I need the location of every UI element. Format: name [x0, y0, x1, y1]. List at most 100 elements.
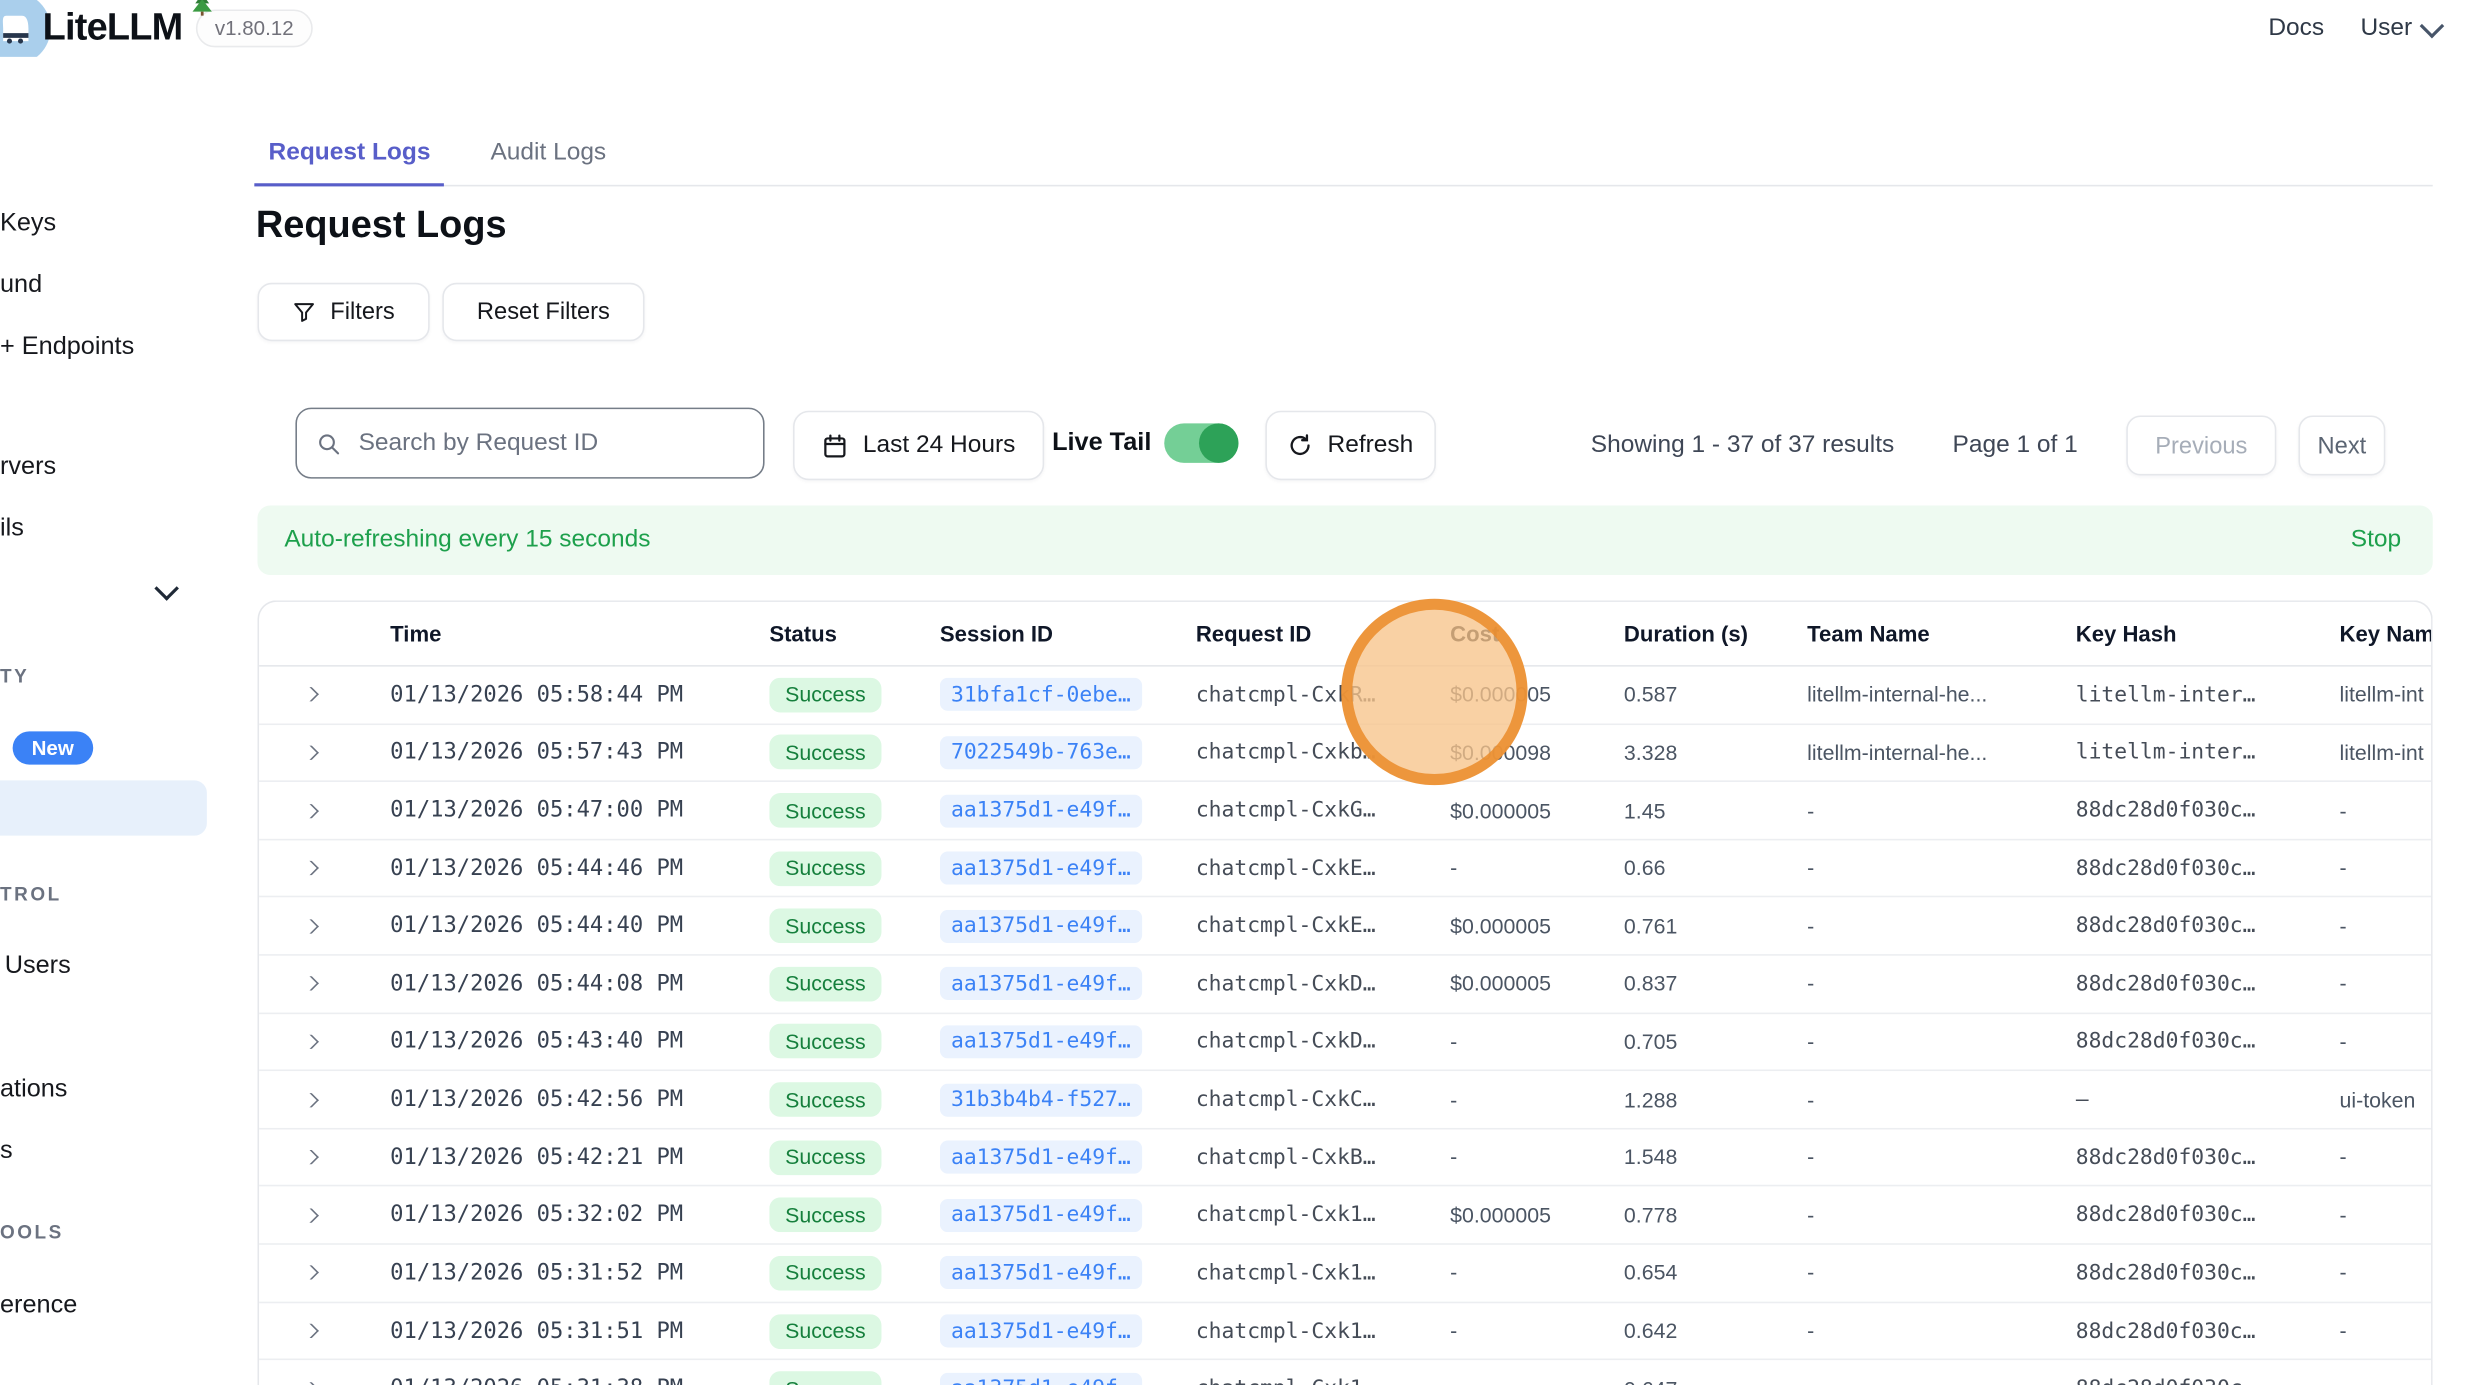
table-row[interactable]: 01/13/2026 05:31:38 PMSuccessaa1375d1-e4…	[259, 1361, 2431, 1385]
search-input[interactable]	[355, 427, 744, 459]
sidebar-item-guardrails[interactable]: ils	[0, 515, 24, 543]
table-row[interactable]: 01/13/2026 05:44:40 PMSuccessaa1375d1-e4…	[259, 898, 2431, 956]
key-name-cell: -	[2340, 1146, 2432, 1170]
expand-row-button[interactable]	[259, 745, 390, 759]
chevron-right-icon	[299, 1208, 319, 1222]
session-id-link[interactable]: aa1375d1-e49f…	[940, 1372, 1142, 1385]
session-id-link[interactable]: aa1375d1-e49f…	[940, 1199, 1142, 1232]
session-id-link[interactable]: aa1375d1-e49f…	[940, 1256, 1142, 1289]
previous-page-button[interactable]: Previous	[2126, 415, 2276, 475]
table-row[interactable]: 01/13/2026 05:44:08 PMSuccessaa1375d1-e4…	[259, 956, 2431, 1014]
sidebar-item-api-reference[interactable]: erence	[0, 1292, 77, 1320]
reset-filters-button[interactable]: Reset Filters	[442, 283, 644, 341]
expand-row-button[interactable]	[259, 1092, 390, 1106]
calendar-icon	[822, 432, 849, 459]
expand-row-button[interactable]	[259, 1208, 390, 1222]
sidebar-item-servers[interactable]: rvers	[0, 453, 56, 481]
table-row[interactable]: 01/13/2026 05:58:44 PMSuccess31bfa1cf-0e…	[259, 667, 2431, 725]
table-row[interactable]: 01/13/2026 05:31:51 PMSuccessaa1375d1-e4…	[259, 1303, 2431, 1361]
expand-row-button[interactable]	[259, 803, 390, 817]
auto-refresh-message: Auto-refreshing every 15 seconds	[284, 526, 650, 554]
key-hash-cell: 88dc28d0f030c…	[2076, 798, 2340, 823]
table-row[interactable]: 01/13/2026 05:32:02 PMSuccessaa1375d1-e4…	[259, 1187, 2431, 1245]
chevron-down-icon	[2420, 13, 2445, 38]
table-row[interactable]: 01/13/2026 05:42:56 PMSuccess31b3b4b4-f5…	[259, 1071, 2431, 1129]
status-badge: Success	[769, 677, 881, 712]
table-row[interactable]: 01/13/2026 05:42:21 PMSuccessaa1375d1-e4…	[259, 1129, 2431, 1187]
expand-row-button[interactable]	[259, 1324, 390, 1338]
chevron-right-icon	[299, 919, 319, 933]
live-tail-toggle[interactable]	[1164, 423, 1238, 462]
sidebar-section-tools: OOLS	[0, 1221, 64, 1243]
table-row[interactable]: 01/13/2026 05:31:52 PMSuccessaa1375d1-e4…	[259, 1245, 2431, 1303]
sidebar-item-selected[interactable]	[0, 780, 207, 835]
session-id-cell: aa1375d1-e49f…	[940, 1372, 1196, 1385]
filters-button[interactable]: Filters	[257, 283, 429, 341]
status-badge: Success	[769, 1024, 881, 1059]
session-id-link[interactable]: aa1375d1-e49f…	[940, 967, 1142, 1000]
expand-row-button[interactable]	[259, 1266, 390, 1280]
chevron-right-icon	[299, 1092, 319, 1106]
sidebar-item-organizations[interactable]: ations	[0, 1076, 67, 1104]
session-id-cell: aa1375d1-e49f…	[940, 794, 1196, 827]
session-id-link[interactable]: aa1375d1-e49f…	[940, 1314, 1142, 1347]
table-row[interactable]: 01/13/2026 05:44:46 PMSuccessaa1375d1-e4…	[259, 840, 2431, 898]
sidebar-item-users[interactable]: Users	[5, 953, 71, 981]
time-cell: 01/13/2026 05:44:40 PM	[390, 913, 769, 938]
expand-row-button[interactable]	[259, 977, 390, 991]
time-cell: 01/13/2026 05:42:21 PM	[390, 1145, 769, 1170]
session-id-cell: aa1375d1-e49f…	[940, 967, 1196, 1000]
sidebar-item-endpoints[interactable]: + Endpoints	[0, 333, 134, 361]
expand-row-button[interactable]	[259, 1150, 390, 1164]
table-row[interactable]: 01/13/2026 05:57:43 PMSuccess7022549b-76…	[259, 724, 2431, 782]
chevron-down-icon[interactable]	[154, 576, 179, 601]
expand-row-button[interactable]	[259, 1035, 390, 1049]
status-cell: Success	[769, 909, 940, 944]
sidebar-item-keys[interactable]: Keys	[0, 210, 56, 238]
stop-auto-refresh-button[interactable]: Stop	[2351, 526, 2401, 554]
session-id-link[interactable]: 31b3b4b4-f527…	[940, 1083, 1142, 1116]
session-id-link[interactable]: aa1375d1-e49f…	[940, 1141, 1142, 1174]
status-badge: Success	[769, 1314, 881, 1349]
table-row[interactable]: 01/13/2026 05:43:40 PMSuccessaa1375d1-e4…	[259, 1014, 2431, 1072]
session-id-link[interactable]: 7022549b-763e…	[940, 736, 1142, 769]
reset-filters-label: Reset Filters	[477, 299, 610, 326]
session-id-link[interactable]: aa1375d1-e49f…	[940, 794, 1142, 827]
chevron-right-icon	[299, 1150, 319, 1164]
key-hash-cell: 88dc28d0f030c…	[2076, 1318, 2340, 1343]
table-row[interactable]: 01/13/2026 05:47:00 PMSuccessaa1375d1-e4…	[259, 782, 2431, 840]
team-name-cell: -	[1807, 1319, 2076, 1343]
log-table-header: TimeStatusSession IDRequest IDCostDurati…	[259, 602, 2431, 667]
sidebar-item-playground[interactable]: und	[0, 272, 42, 300]
session-id-link[interactable]: 31bfa1cf-0ebe…	[940, 678, 1142, 711]
request-id-cell: chatcmpl-Cxk1…	[1196, 1318, 1450, 1343]
key-name-cell: -	[2340, 1261, 2432, 1285]
refresh-button[interactable]: Refresh	[1265, 411, 1436, 481]
chevron-right-icon	[299, 1324, 319, 1338]
search-box	[295, 408, 764, 479]
results-summary: Showing 1 - 37 of 37 results	[1591, 431, 1895, 459]
duration-cell: 3.328	[1624, 741, 1807, 765]
user-menu[interactable]: User	[2360, 14, 2440, 42]
expand-row-button[interactable]	[259, 861, 390, 875]
session-id-link[interactable]: aa1375d1-e49f…	[940, 1025, 1142, 1058]
team-name-cell: -	[1807, 1261, 2076, 1285]
sidebar-item-teams[interactable]: s	[0, 1137, 13, 1165]
session-id-link[interactable]: aa1375d1-e49f…	[940, 909, 1142, 942]
key-name-cell: -	[2340, 972, 2432, 996]
expand-row-button[interactable]	[259, 1382, 390, 1385]
time-range-button[interactable]: Last 24 Hours	[793, 411, 1044, 481]
next-page-button[interactable]: Next	[2298, 415, 2385, 475]
litellm-admin-page: LiteLLM v1.80.12 Docs User Keys und + En…	[0, 0, 2477, 1385]
expand-row-button[interactable]	[259, 919, 390, 933]
request-logs-table: TimeStatusSession IDRequest IDCostDurati…	[257, 600, 2432, 1385]
tab-request-logs[interactable]: Request Logs	[254, 136, 444, 185]
session-id-cell: aa1375d1-e49f…	[940, 1141, 1196, 1174]
key-name-cell: -	[2340, 914, 2432, 938]
live-tail-label: Live Tail	[1052, 430, 1151, 458]
expand-row-button[interactable]	[259, 688, 390, 702]
team-name-cell: -	[1807, 1203, 2076, 1227]
tab-audit-logs[interactable]: Audit Logs	[476, 136, 620, 185]
docs-link[interactable]: Docs	[2268, 14, 2324, 42]
session-id-link[interactable]: aa1375d1-e49f…	[940, 852, 1142, 885]
